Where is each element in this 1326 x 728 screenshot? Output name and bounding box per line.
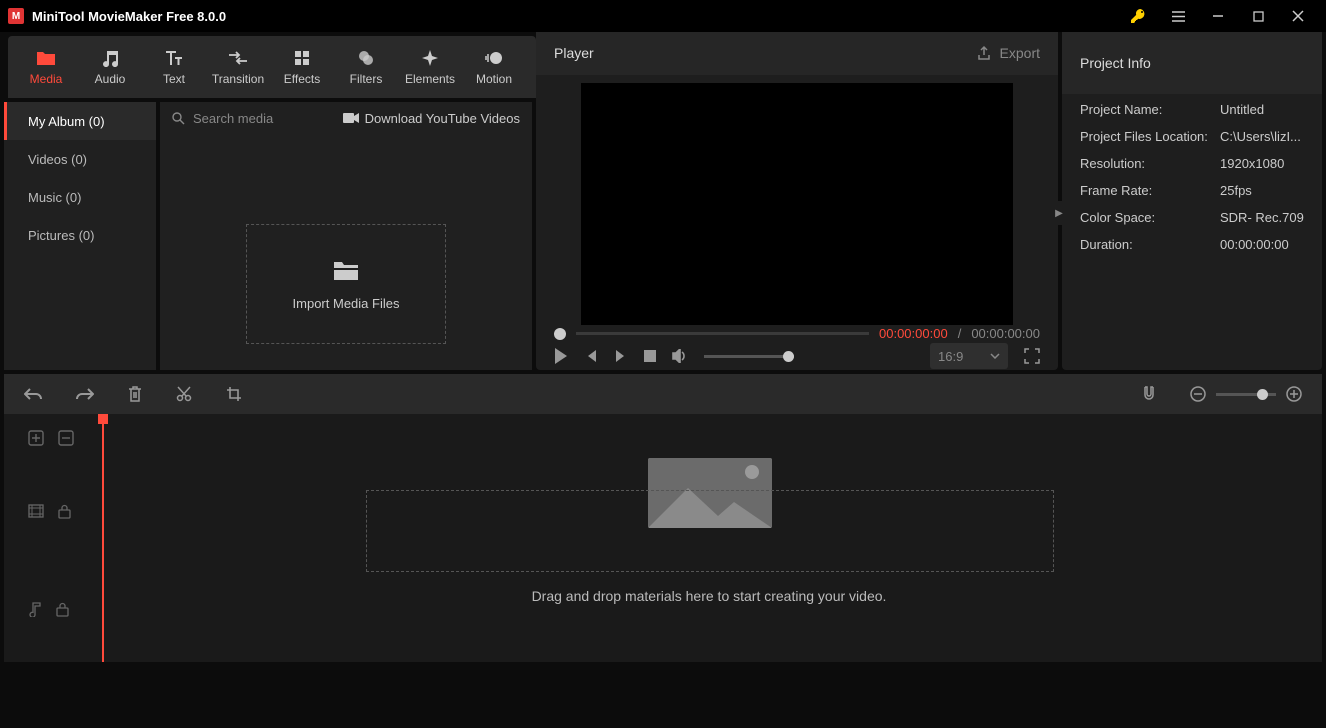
zoom-slider[interactable] bbox=[1216, 393, 1276, 396]
audio-track-header bbox=[4, 560, 96, 658]
effects-icon bbox=[292, 48, 312, 68]
tab-text[interactable]: Text bbox=[142, 38, 206, 96]
project-location-label: Project Files Location: bbox=[1080, 129, 1220, 144]
next-frame-button[interactable] bbox=[614, 349, 628, 363]
tab-effects[interactable]: Effects bbox=[270, 38, 334, 96]
tab-audio[interactable]: Audio bbox=[78, 38, 142, 96]
duration-value: 00:00:00:00 bbox=[1220, 237, 1289, 252]
titlebar: M MiniTool MovieMaker Free 8.0.0 bbox=[0, 0, 1326, 32]
volume-button[interactable] bbox=[672, 349, 688, 363]
project-name-label: Project Name: bbox=[1080, 102, 1220, 117]
audio-track-icon bbox=[28, 601, 42, 617]
zoom-out-button[interactable] bbox=[1190, 386, 1206, 402]
project-location-value: C:\Users\lizI... bbox=[1220, 129, 1301, 144]
lock-audio-track-button[interactable] bbox=[56, 602, 69, 617]
timeline-drop-zone[interactable] bbox=[366, 490, 1054, 572]
import-media-button[interactable]: Import Media Files bbox=[246, 224, 446, 344]
aspect-ratio-select[interactable]: 16:9 bbox=[930, 343, 1008, 369]
media-sidebar: My Album (0) Videos (0) Music (0) Pictur… bbox=[4, 102, 156, 370]
undo-button[interactable] bbox=[24, 387, 42, 401]
video-track-icon bbox=[28, 504, 44, 518]
folder-open-icon bbox=[332, 258, 360, 282]
download-youtube-button[interactable]: Download YouTube Videos bbox=[343, 111, 520, 126]
split-button[interactable] bbox=[176, 386, 192, 402]
video-track-header bbox=[4, 462, 96, 560]
frame-rate-value: 25fps bbox=[1220, 183, 1252, 198]
camera-icon bbox=[343, 112, 359, 124]
total-time: 00:00:00:00 bbox=[971, 326, 1040, 341]
duration-label: Duration: bbox=[1080, 237, 1220, 252]
music-note-icon bbox=[100, 48, 120, 68]
folder-icon bbox=[36, 48, 56, 68]
license-key-button[interactable] bbox=[1118, 0, 1158, 32]
menu-button[interactable] bbox=[1158, 0, 1198, 32]
crop-button[interactable] bbox=[226, 386, 242, 402]
zoom-in-button[interactable] bbox=[1286, 386, 1302, 402]
play-button[interactable] bbox=[554, 348, 568, 364]
video-preview bbox=[536, 83, 1058, 325]
remove-track-button[interactable] bbox=[58, 430, 74, 446]
project-info-title: Project Info bbox=[1080, 55, 1151, 71]
resolution-value: 1920x1080 bbox=[1220, 156, 1284, 171]
filters-icon bbox=[356, 48, 376, 68]
timeline-tracks[interactable]: Drag and drop materials here to start cr… bbox=[96, 414, 1322, 662]
lock-track-button[interactable] bbox=[58, 504, 71, 519]
stop-button[interactable] bbox=[644, 350, 656, 362]
app-title: MiniTool MovieMaker Free 8.0.0 bbox=[32, 9, 226, 24]
tab-elements[interactable]: Elements bbox=[398, 38, 462, 96]
snap-button[interactable] bbox=[1142, 386, 1156, 402]
project-name-value: Untitled bbox=[1220, 102, 1264, 117]
prev-frame-button[interactable] bbox=[584, 349, 598, 363]
sidebar-item-my-album[interactable]: My Album (0) bbox=[4, 102, 156, 140]
track-add-row bbox=[4, 414, 96, 462]
delete-button[interactable] bbox=[128, 386, 142, 402]
search-input[interactable]: Search media bbox=[172, 111, 273, 126]
tab-motion[interactable]: Motion bbox=[462, 38, 526, 96]
export-icon bbox=[976, 45, 992, 61]
minimize-button[interactable] bbox=[1198, 0, 1238, 32]
track-headers bbox=[4, 414, 96, 662]
close-button[interactable] bbox=[1278, 0, 1318, 32]
timeline-toolbar bbox=[4, 374, 1322, 414]
collapse-panel-button[interactable]: ▶ bbox=[1054, 201, 1064, 225]
timeline-drop-hint: Drag and drop materials here to start cr… bbox=[96, 588, 1322, 604]
fullscreen-button[interactable] bbox=[1024, 348, 1040, 364]
sidebar-item-music[interactable]: Music (0) bbox=[4, 178, 156, 216]
media-panel: Search media Download YouTube Videos Imp… bbox=[160, 102, 532, 370]
timeline: Drag and drop materials here to start cr… bbox=[4, 374, 1322, 662]
text-icon bbox=[164, 48, 184, 68]
frame-rate-label: Frame Rate: bbox=[1080, 183, 1220, 198]
playhead[interactable] bbox=[102, 414, 104, 662]
chevron-down-icon bbox=[990, 353, 1000, 359]
sparkle-icon bbox=[420, 48, 440, 68]
player-panel: Player Export 00:00:00:00 / 00:00:00:00 bbox=[536, 32, 1058, 370]
redo-button[interactable] bbox=[76, 387, 94, 401]
sidebar-item-videos[interactable]: Videos (0) bbox=[4, 140, 156, 178]
player-title: Player bbox=[554, 45, 594, 61]
tab-transition[interactable]: Transition bbox=[206, 38, 270, 96]
export-button[interactable]: Export bbox=[976, 45, 1040, 61]
motion-icon bbox=[484, 48, 504, 68]
tab-filters[interactable]: Filters bbox=[334, 38, 398, 96]
color-space-value: SDR- Rec.709 bbox=[1220, 210, 1304, 225]
volume-slider[interactable] bbox=[704, 355, 794, 358]
color-space-label: Color Space: bbox=[1080, 210, 1220, 225]
app-logo-icon: M bbox=[8, 8, 24, 24]
tab-media[interactable]: Media bbox=[14, 38, 78, 96]
main-toolbar: Media Audio Text Transition Effects Filt… bbox=[8, 36, 536, 98]
project-info-panel: ▶ Project Info Project Name:Untitled Pro… bbox=[1062, 32, 1322, 370]
transition-icon bbox=[228, 48, 248, 68]
seek-handle[interactable] bbox=[554, 328, 566, 340]
time-separator: / bbox=[958, 326, 962, 341]
sidebar-item-pictures[interactable]: Pictures (0) bbox=[4, 216, 156, 254]
maximize-button[interactable] bbox=[1238, 0, 1278, 32]
resolution-label: Resolution: bbox=[1080, 156, 1220, 171]
seek-track[interactable] bbox=[576, 332, 869, 335]
add-track-button[interactable] bbox=[28, 430, 44, 446]
search-icon bbox=[172, 112, 185, 125]
current-time: 00:00:00:00 bbox=[879, 326, 948, 341]
